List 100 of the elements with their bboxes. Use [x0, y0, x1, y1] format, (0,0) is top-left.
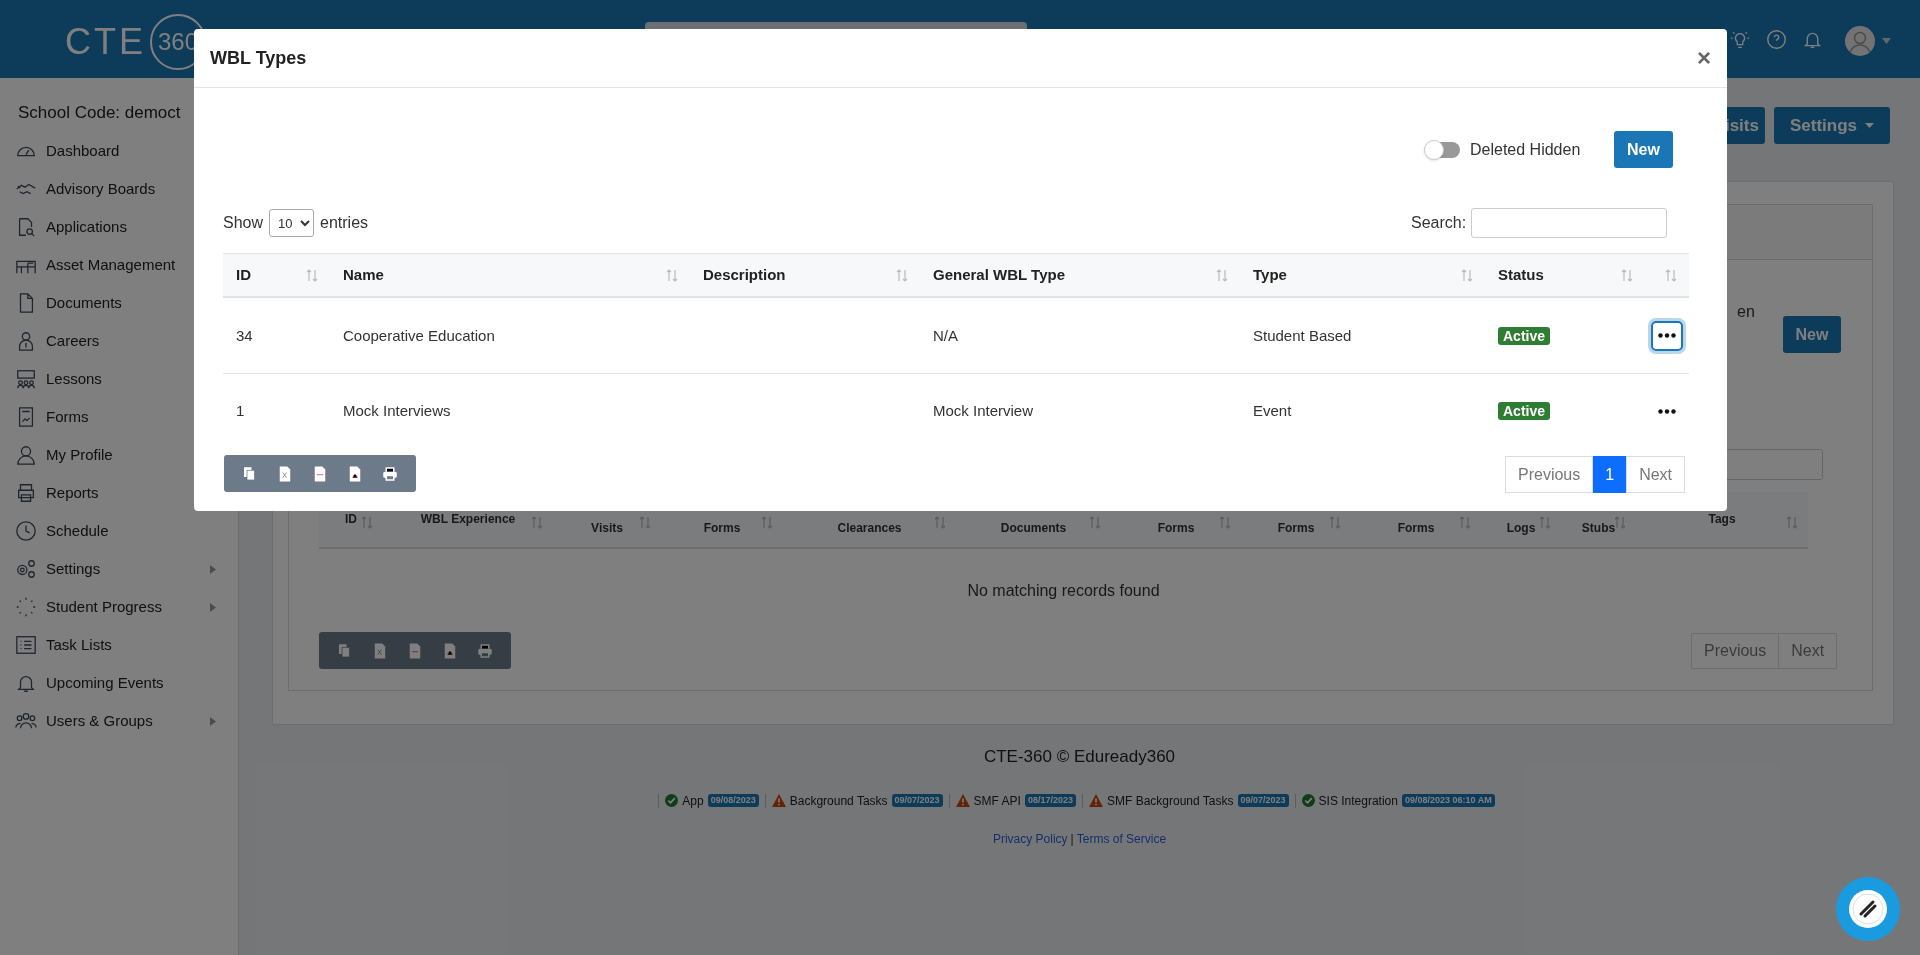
classroom-icon	[15, 368, 37, 390]
sort-icon	[1539, 516, 1551, 529]
status-badge: Active	[1498, 402, 1551, 420]
sort-icon	[1786, 516, 1798, 529]
settings-button[interactable]: Settings	[1773, 107, 1890, 144]
sidebar-item[interactable]: Schedule	[0, 512, 238, 550]
date-badge: 09/07/2023	[1237, 794, 1289, 807]
table-cell: Student Based	[1253, 326, 1352, 344]
pagination-button[interactable]: Previous	[1691, 633, 1780, 669]
sort-icon	[1089, 516, 1101, 529]
column-header: WBL Experience	[420, 511, 516, 528]
new-button[interactable]: New	[1614, 131, 1673, 168]
column-header: ID	[236, 264, 251, 285]
copyright-text: CTE-360 © Eduready360	[983, 746, 1176, 768]
caret-icon[interactable]	[1882, 38, 1891, 44]
sidebar-item[interactable]: Documents	[0, 284, 238, 322]
sort-icon	[761, 516, 773, 529]
sidebar-item[interactable]: Lessons	[0, 360, 238, 398]
more-button[interactable]	[1651, 320, 1683, 351]
chat-icon	[1847, 888, 1889, 930]
column-header: General WBL Type	[933, 264, 1065, 285]
table-cell: Event	[1253, 402, 1292, 419]
sidebar-item[interactable]: Upcoming Events	[0, 664, 238, 702]
link-separator: |	[1070, 830, 1074, 848]
table-cell: 1	[236, 402, 245, 419]
sort-icon	[1329, 516, 1341, 529]
sort-icon	[361, 516, 373, 529]
table-cell: Mock Interviews	[343, 402, 451, 419]
modal-title: WBL Types	[210, 46, 307, 70]
lightbulb-icon[interactable]	[1729, 29, 1751, 51]
ellipsis-icon	[1658, 333, 1676, 338]
sort-icon	[1665, 269, 1677, 282]
sort-icon	[896, 269, 908, 282]
clock-icon	[15, 520, 37, 542]
close-button[interactable]: ×	[1697, 46, 1711, 70]
sort-icon	[1459, 516, 1471, 529]
table-cell: N/A	[933, 326, 958, 344]
column-header: Status	[1498, 264, 1544, 285]
sort-icon	[306, 269, 318, 282]
date-badge: 09/08/2023 06:10 AM	[1401, 794, 1495, 807]
entries-label: entries	[320, 213, 369, 233]
column-header: ID	[345, 511, 357, 528]
sidebar-item[interactable]: Advisory Boards	[0, 170, 238, 208]
avatar-icon[interactable]	[1845, 26, 1875, 56]
column-header: Description	[703, 264, 786, 285]
sort-icon	[1461, 269, 1473, 282]
sort-icon	[1614, 516, 1626, 529]
toggle-label: en	[1737, 302, 1755, 322]
column-header: Forms	[703, 520, 741, 537]
date-badge: 09/08/2023	[707, 794, 759, 807]
sort-icon	[1621, 269, 1633, 282]
new-button[interactable]: New	[1783, 316, 1841, 353]
sort-icon	[639, 516, 651, 529]
sidebar-item[interactable]: My Profile	[0, 436, 238, 474]
help-icon[interactable]	[1766, 29, 1787, 50]
privacy-policy-link[interactable]: Privacy Policy	[992, 829, 1068, 848]
toggle-switch[interactable]	[1426, 142, 1460, 158]
column-header: Tags	[1708, 511, 1736, 528]
search-field[interactable]	[1471, 208, 1668, 238]
sidebar-item[interactable]: Reports	[0, 474, 238, 512]
status-label: Background Tasks	[789, 792, 888, 810]
sidebar-item[interactable]: Settings	[0, 550, 238, 588]
next-button[interactable]: Next	[1626, 456, 1686, 493]
sidebar-item[interactable]: Forms	[0, 398, 238, 436]
logo-text: CTE	[65, 20, 146, 64]
previous-button[interactable]: Previous	[1505, 456, 1594, 493]
terms-link[interactable]: Terms of Service	[1076, 829, 1167, 848]
sidebar-item[interactable]: Task Lists	[0, 626, 238, 664]
status-label: SMF Background Tasks	[1107, 792, 1234, 810]
sort-icon	[934, 516, 946, 529]
sidebar-item[interactable]: Student Progress	[0, 588, 238, 626]
status-label: App	[682, 792, 704, 810]
sort-icon	[1216, 269, 1228, 282]
status-label: SMF API	[973, 792, 1021, 810]
column-header: Clearances	[837, 520, 902, 537]
empty-message: No matching records found	[966, 581, 1161, 601]
date-badge: 08/17/2023	[1024, 794, 1076, 807]
pagination-button[interactable]: Next	[1779, 633, 1838, 669]
table-cell: Mock Interview	[933, 402, 1034, 419]
toggle-label: Deleted Hidden	[1470, 140, 1581, 160]
column-header: Forms	[1397, 520, 1435, 537]
table-cell: 34	[236, 326, 253, 344]
column-header: Name	[343, 264, 384, 285]
status-badge: Active	[1498, 326, 1551, 345]
page-length-select[interactable]: 10	[269, 209, 315, 237]
print-icon	[381, 464, 400, 483]
user-icon	[15, 444, 37, 466]
sidebar-item[interactable]: Asset Management	[0, 246, 238, 284]
sort-icon	[531, 516, 543, 529]
column-header: Logs	[1506, 520, 1536, 537]
search-label: Search:	[1411, 213, 1467, 233]
show-label: Show	[223, 213, 264, 233]
sidebar-item[interactable]: Users & Groups	[0, 702, 238, 740]
column-header: Forms	[1277, 520, 1315, 537]
sidebar-item[interactable]: Dashboard	[0, 132, 238, 170]
page-button[interactable]: 1	[1593, 456, 1627, 493]
ellipsis-icon	[1658, 408, 1676, 414]
sort-icon	[1219, 516, 1231, 529]
status-label: SIS Integration	[1318, 792, 1398, 810]
printer-icon	[15, 482, 37, 504]
